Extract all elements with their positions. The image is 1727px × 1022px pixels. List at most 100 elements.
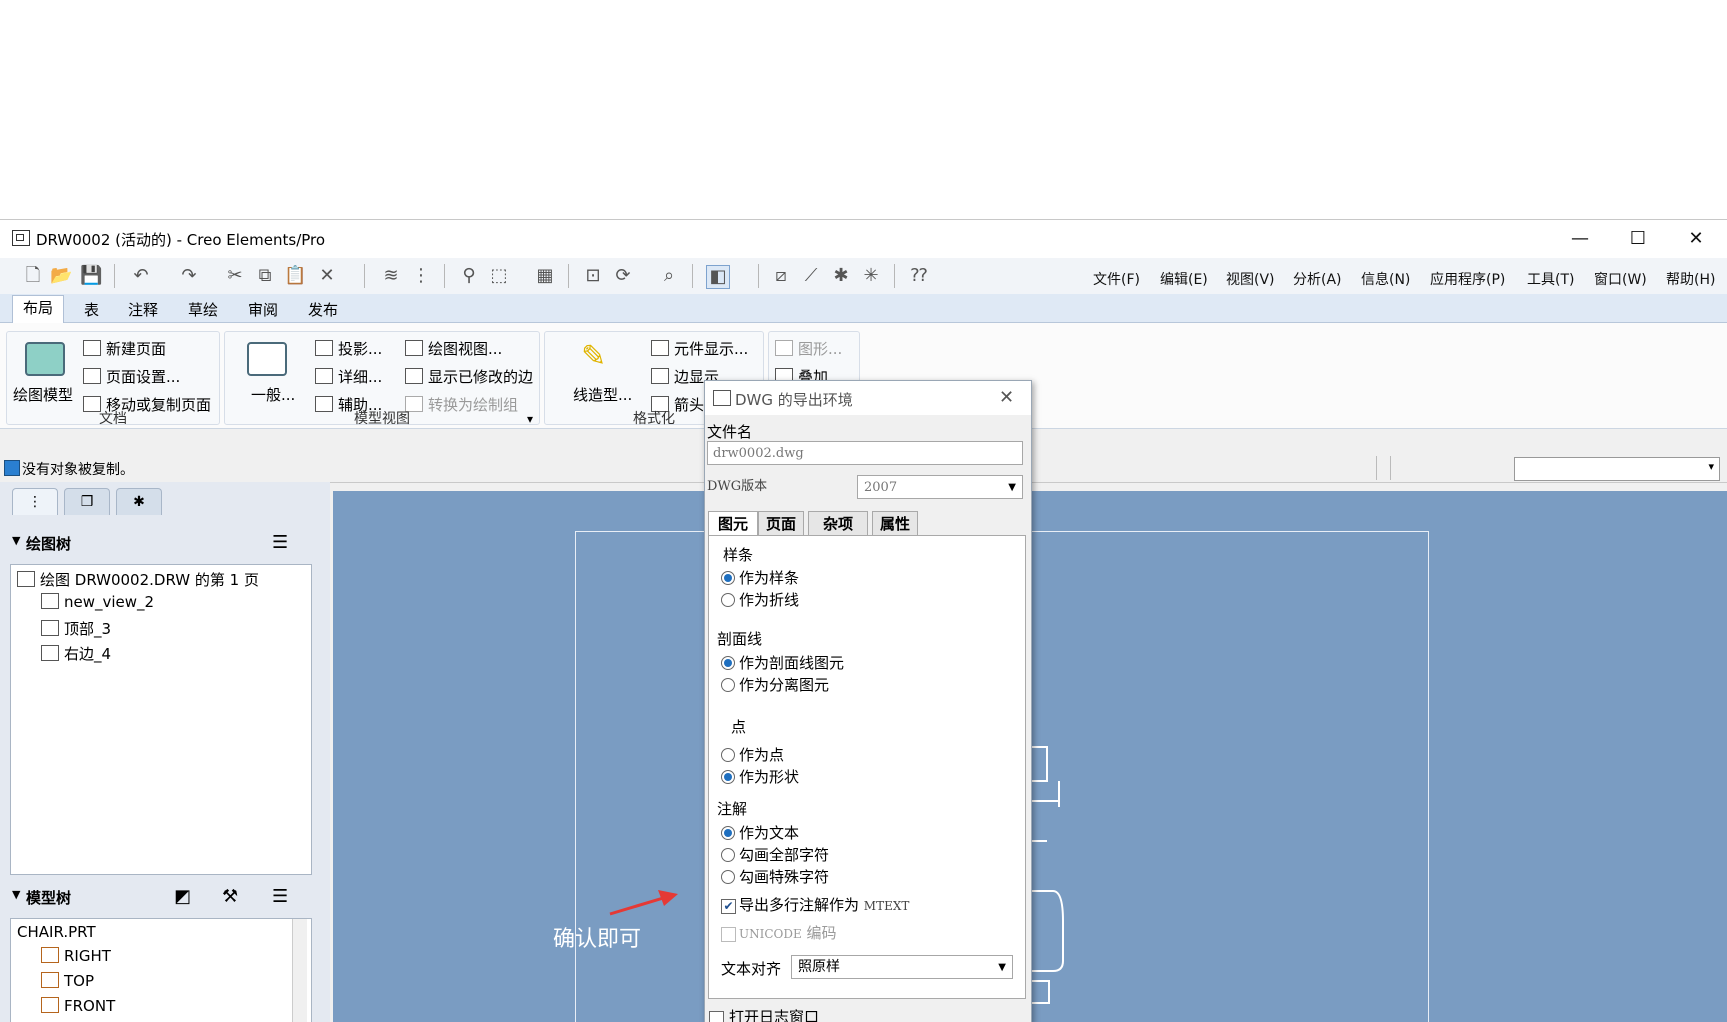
tree-item[interactable]: 右边_4: [41, 643, 111, 664]
model-tree-icon[interactable]: ⋮: [410, 265, 432, 287]
menu-tools[interactable]: 工具(T): [1527, 269, 1574, 289]
menu-info[interactable]: 信息(N): [1361, 269, 1410, 289]
favorites-tab[interactable]: ✱: [116, 488, 162, 515]
filter-select[interactable]: ▾: [1514, 457, 1720, 481]
group-expand-icon[interactable]: ▾: [527, 412, 533, 426]
tab-table[interactable]: 表: [74, 298, 109, 322]
maximize-button[interactable]: ☐: [1618, 226, 1658, 252]
tab-pages[interactable]: 页面: [758, 511, 804, 536]
model-tree-tab[interactable]: ⋮: [12, 488, 58, 515]
undo-icon[interactable]: ↶: [130, 265, 152, 287]
datum-plane-icon[interactable]: ⧄: [770, 265, 792, 287]
dwg-version-select[interactable]: 2007 ▼: [857, 475, 1023, 499]
tab-entities[interactable]: 图元: [708, 511, 758, 536]
hatch-section-title: 剖面线: [717, 630, 763, 648]
scrollbar[interactable]: [292, 919, 307, 1022]
zoom-fit-icon[interactable]: ⌕: [658, 265, 680, 287]
drawing-model-button[interactable]: 绘图模型: [13, 384, 73, 405]
redo-icon[interactable]: ↷: [178, 265, 200, 287]
tree-item[interactable]: 顶部_3: [41, 618, 111, 639]
filename-input[interactable]: [707, 441, 1023, 465]
line-style-button[interactable]: 线造型...: [573, 384, 632, 405]
menu-edit[interactable]: 编辑(E): [1160, 269, 1208, 289]
model-display-icon[interactable]: ◩: [174, 886, 191, 907]
save-icon[interactable]: 💾: [80, 265, 102, 287]
tab-review[interactable]: 审阅: [238, 298, 288, 322]
tree-item[interactable]: new_view_2: [41, 593, 154, 611]
collapse-icon[interactable]: ▼: [12, 534, 20, 547]
graph-button[interactable]: 图形...: [775, 338, 842, 359]
folder-browser-tab[interactable]: ❒: [64, 488, 110, 515]
detail-button[interactable]: 详细...: [315, 366, 382, 387]
projection-button[interactable]: 投影...: [315, 338, 382, 359]
tab-properties[interactable]: 属性: [872, 511, 918, 536]
unicode-encoding-label: UNICODE 编码: [739, 924, 837, 942]
zoom-window-icon[interactable]: ⊡: [582, 265, 604, 287]
select-box-icon[interactable]: ⬚: [488, 265, 510, 287]
new-page-button[interactable]: 新建页面: [83, 338, 166, 359]
menu-analysis[interactable]: 分析(A): [1293, 269, 1342, 289]
open-log-window-checkbox[interactable]: [709, 1011, 724, 1022]
spline-as-spline-radio[interactable]: [721, 571, 735, 585]
component-display-button[interactable]: 元件显示...: [651, 338, 748, 359]
drawing-tree-header[interactable]: ▼ 绘图树 ☰: [0, 530, 318, 558]
tree-settings-icon[interactable]: ☰: [272, 886, 288, 907]
refresh-icon[interactable]: ⟳: [612, 265, 634, 287]
tree-tools-icon[interactable]: ⚒: [222, 886, 238, 907]
drawing-view-button[interactable]: 绘图视图...: [405, 338, 502, 359]
menu-applications[interactable]: 应用程序(P): [1430, 269, 1505, 289]
tree-item[interactable]: TOP: [41, 972, 94, 990]
menu-help[interactable]: 帮助(H): [1666, 269, 1715, 289]
tab-misc[interactable]: 杂项: [808, 511, 868, 536]
point-as-point-radio[interactable]: [721, 748, 735, 762]
show-modified-edges-button[interactable]: 显示已修改的边: [405, 366, 533, 387]
note-as-text-radio[interactable]: [721, 826, 735, 840]
menu-view[interactable]: 视图(V): [1226, 269, 1275, 289]
close-button[interactable]: ✕: [1676, 226, 1716, 252]
page-setup-button[interactable]: 页面设置...: [83, 366, 180, 387]
tree-settings-icon[interactable]: ☰: [272, 532, 288, 553]
spline-as-polyline-radio[interactable]: [721, 593, 735, 607]
folder-star-icon: ✱: [133, 494, 145, 510]
copy-icon[interactable]: ⧉: [254, 265, 276, 287]
edge-display-icon: [651, 368, 669, 384]
collapse-icon[interactable]: ▼: [12, 888, 20, 901]
minimize-button[interactable]: —: [1560, 226, 1600, 252]
datum-axis-icon[interactable]: ⟋: [800, 265, 822, 287]
hatch-as-entity-radio[interactable]: [721, 656, 735, 670]
csys-icon[interactable]: ✳: [860, 265, 882, 287]
cut-icon[interactable]: ✂: [224, 265, 246, 287]
general-view-icon: [247, 342, 287, 376]
unicode-encoding-checkbox[interactable]: [721, 927, 736, 942]
tab-layout[interactable]: 布局: [12, 295, 65, 323]
menu-window[interactable]: 窗口(W): [1594, 269, 1647, 289]
tab-publish[interactable]: 发布: [298, 298, 348, 322]
layers-icon[interactable]: ≋: [380, 265, 402, 287]
display-style-icon[interactable]: ◧: [706, 265, 730, 289]
point-as-shape-radio[interactable]: [721, 770, 735, 784]
find-binoculars-icon[interactable]: ⚲: [458, 265, 480, 287]
tree-root[interactable]: 绘图 DRW0002.DRW 的第 1 页: [17, 569, 259, 590]
tab-annotate[interactable]: 注释: [118, 298, 168, 322]
text-align-select[interactable]: 照原样 ▼: [791, 955, 1013, 979]
export-mtext-checkbox[interactable]: ✔: [721, 899, 736, 914]
dialog-tabs: 图元 页面 杂项 属性: [708, 511, 1028, 536]
tree-root[interactable]: CHAIR.PRT: [17, 923, 96, 941]
dialog-close-icon[interactable]: ✕: [999, 387, 1014, 408]
context-help-icon[interactable]: ⁇: [908, 265, 930, 287]
note-stroke-special-radio[interactable]: [721, 870, 735, 884]
model-tree-header[interactable]: ▼ 模型树 ◩ ⚒ ☰: [0, 884, 318, 912]
open-folder-icon[interactable]: 📂: [50, 265, 72, 287]
datum-point-icon[interactable]: ✱: [830, 265, 852, 287]
hatch-as-separate-radio[interactable]: [721, 678, 735, 692]
delete-icon[interactable]: ✕: [316, 265, 338, 287]
menu-file[interactable]: 文件(F): [1093, 269, 1140, 289]
general-view-button[interactable]: 一般...: [251, 384, 295, 405]
new-file-icon[interactable]: 🗋: [22, 265, 44, 287]
tree-item[interactable]: RIGHT: [41, 947, 111, 965]
grid-icon[interactable]: ▦: [534, 265, 556, 287]
note-stroke-all-radio[interactable]: [721, 848, 735, 862]
paste-icon[interactable]: 📋: [284, 265, 306, 287]
tab-sketch[interactable]: 草绘: [178, 298, 228, 322]
tree-item[interactable]: FRONT: [41, 997, 115, 1015]
